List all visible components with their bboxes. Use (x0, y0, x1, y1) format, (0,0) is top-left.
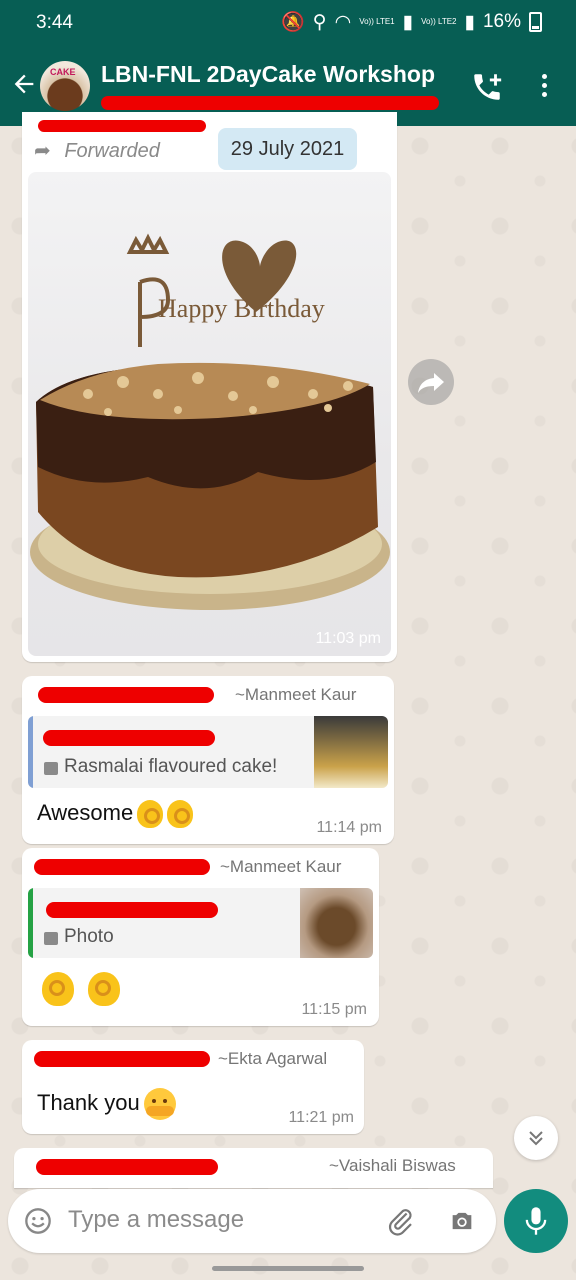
message-text: Thank you (37, 1088, 176, 1120)
quote-text: Photo (64, 926, 114, 947)
group-title[interactable]: LBN-FNL 2DayCake Workshop (101, 61, 435, 88)
message-input-bar: Type a message (8, 1189, 496, 1253)
sender-name: ~Manmeet Kaur (235, 685, 357, 704)
quote-thumbnail (314, 716, 388, 788)
quote-bar (28, 888, 33, 958)
cake-photo[interactable]: Happy Birthday 11:03 pm (28, 172, 391, 656)
quoted-message[interactable]: Photo (28, 888, 373, 958)
ok-hand-emoji (137, 800, 164, 829)
forwarded-row: ➦ Forwarded (34, 138, 160, 163)
status-time: 3:44 (36, 12, 73, 33)
more-options-icon[interactable] (532, 70, 556, 104)
status-bar: 3:44 🔕 ⚲ ◠ Vo)) LTE1 ▮ Vo)) LTE2 ▮ 16% (0, 0, 576, 46)
ok-hand-emoji (42, 972, 74, 1006)
signal1-icon: ▮ (402, 11, 414, 33)
quoted-message[interactable]: Rasmalai flavoured cake! (28, 716, 388, 788)
redaction-mark (38, 120, 206, 132)
emoji-only-message (38, 972, 120, 1006)
sim2-label: Vo)) LTE2 (421, 17, 457, 26)
location-icon: ⚲ (312, 11, 327, 33)
wifi-icon: ◠ (334, 11, 352, 33)
signal2-icon: ▮ (464, 11, 475, 33)
sender-name: ~Vaishali Biswas (329, 1156, 456, 1175)
sender-name: ~Manmeet Kaur (220, 857, 342, 876)
gesture-nav-bar[interactable] (212, 1266, 364, 1271)
cake-illustration: Happy Birthday (30, 233, 390, 610)
quote-thumbnail (300, 888, 373, 958)
message-time: 11:15 pm (301, 1001, 367, 1018)
ok-hand-emoji (167, 800, 194, 829)
redaction-mark (34, 859, 210, 875)
message-time: 11:14 pm (316, 819, 382, 836)
camera-icon[interactable] (448, 1207, 476, 1235)
group-members-redacted[interactable] (101, 96, 439, 110)
message-bubble[interactable]: ~Manmeet Kaur Photo 11:15 pm (22, 848, 379, 1026)
forwarded-label: Forwarded (64, 140, 160, 162)
redaction-mark (43, 730, 215, 746)
redaction-mark (34, 1051, 210, 1067)
date-chip: 29 July 2021 (218, 128, 357, 170)
hugging-face-emoji (143, 1088, 176, 1120)
redaction-mark (46, 902, 218, 918)
message-time: 11:21 pm (288, 1109, 354, 1126)
message-bubble[interactable]: ~Ekta Agarwal Thank you 11:21 pm (22, 1040, 364, 1134)
scroll-to-bottom-button[interactable] (514, 1116, 558, 1160)
redaction-mark (38, 687, 214, 703)
message-bubble[interactable]: ~Vaishali Biswas (14, 1148, 493, 1188)
image-icon (44, 762, 58, 775)
share-arrow-icon (418, 373, 444, 393)
microphone-icon (525, 1207, 547, 1235)
avatar-text: CAKE (50, 67, 76, 77)
attach-icon[interactable] (386, 1206, 416, 1236)
ok-hand-emoji (88, 972, 120, 1006)
quote-text: Rasmalai flavoured cake! (64, 756, 278, 777)
sim1-label: Vo)) LTE1 (359, 17, 395, 26)
back-arrow-icon[interactable] (8, 70, 40, 102)
photo-topper-text: Happy Birthday (158, 294, 325, 323)
message-text: Awesome (37, 800, 194, 829)
emoji-icon[interactable] (24, 1207, 52, 1235)
quote-bar (28, 716, 33, 788)
mute-icon: 🔕 (281, 12, 305, 33)
image-icon (44, 932, 58, 945)
message-time: 11:03 pm (315, 630, 381, 647)
redaction-mark (101, 96, 439, 110)
double-chevron-down-icon (529, 1131, 543, 1146)
redaction-mark (36, 1159, 218, 1175)
group-avatar[interactable]: CAKE (40, 61, 90, 111)
forward-share-button[interactable] (408, 359, 454, 405)
voice-message-button[interactable] (504, 1189, 568, 1253)
message-input[interactable]: Type a message (68, 1206, 244, 1234)
message-bubble[interactable]: ~Manmeet Kaur Rasmalai flavoured cake! A… (22, 676, 394, 844)
battery-icon (529, 12, 542, 32)
sender-name: ~Ekta Agarwal (218, 1049, 328, 1068)
status-icons: 🔕 ⚲ ◠ Vo)) LTE1 ▮ Vo)) LTE2 ▮ 16% (281, 10, 542, 34)
battery-level: 16% (482, 11, 521, 32)
forward-arrow-icon: ➦ (34, 140, 51, 162)
add-call-icon[interactable] (470, 70, 504, 104)
